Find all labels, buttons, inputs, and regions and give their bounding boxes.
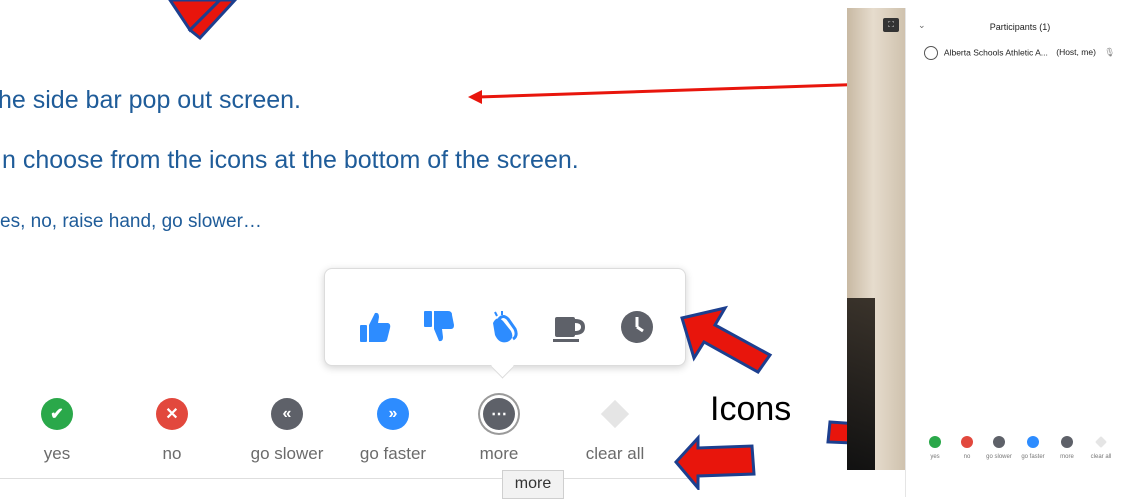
slide-text-line-3: es, no, raise hand, go slower…	[0, 211, 262, 232]
ellipsis-icon	[1061, 436, 1073, 448]
mini-go-slower[interactable]: go slower	[984, 436, 1014, 460]
avatar	[924, 46, 938, 60]
clock-icon[interactable]	[619, 309, 655, 345]
feedback-label-go-faster: go faster	[359, 444, 427, 463]
mini-label-go-faster: go faster	[1021, 454, 1045, 460]
feedback-label-clear-all: clear all	[585, 444, 645, 463]
check-icon: ✔	[41, 398, 73, 430]
mini-label-go-slower: go slower	[986, 454, 1012, 460]
x-icon	[961, 436, 973, 448]
mini-yes[interactable]: yes	[920, 436, 950, 460]
feedback-go-faster[interactable]: » go faster	[338, 398, 448, 464]
feedback-clear-all[interactable]: clear all	[560, 398, 670, 464]
participant-row[interactable]: Alberta Schools Athletic A... (Host, me)…	[924, 46, 1115, 60]
mini-label-yes: yes	[930, 454, 940, 460]
feedback-label-go-slower: go slower	[250, 444, 324, 463]
check-icon	[929, 436, 941, 448]
feedback-no[interactable]: ✕ no	[117, 398, 227, 464]
slide-text-line-1: he side bar pop out screen.	[0, 86, 301, 114]
annotation-arrow-top	[168, 0, 238, 41]
rewind-icon: «	[271, 398, 303, 430]
eraser-icon	[1095, 436, 1107, 448]
feedback-label-more: more	[479, 444, 519, 463]
thumbs-down-icon[interactable]	[421, 309, 457, 345]
coffee-icon[interactable]	[551, 309, 587, 345]
annotation-arrow-popup	[680, 305, 773, 374]
fast-forward-icon	[1027, 436, 1039, 448]
participant-name: Alberta Schools Athletic A...	[943, 47, 1048, 58]
clap-icon[interactable]	[485, 309, 521, 345]
fast-forward-icon: »	[377, 398, 409, 430]
mini-label-more: more	[1060, 454, 1074, 460]
emoji-popup	[324, 268, 686, 366]
feedback-yes[interactable]: ✔ yes	[2, 398, 112, 464]
x-icon: ✕	[156, 398, 188, 430]
participant-role: (Host, me)	[1056, 47, 1096, 58]
ellipsis-icon: ⋯	[483, 398, 515, 430]
mini-label-no: no	[963, 454, 971, 460]
mini-clear-all[interactable]: clear all	[1086, 436, 1116, 460]
mini-no[interactable]: no	[952, 436, 982, 460]
feedback-more[interactable]: ⋯ more	[444, 398, 554, 464]
participants-title: Participants (1)	[989, 22, 1051, 32]
mini-more[interactable]: more	[1052, 436, 1082, 460]
microphone-icon: 🎙︎	[1104, 47, 1116, 58]
more-tooltip: more	[502, 470, 564, 499]
eraser-icon	[599, 398, 631, 430]
thumbs-up-icon[interactable]	[357, 309, 393, 345]
feedback-label-no: no	[162, 444, 182, 463]
slide-text-line-2: n choose from the icons at the bottom of…	[2, 146, 579, 174]
mini-go-faster[interactable]: go faster	[1018, 436, 1048, 460]
participants-panel-screenshot: ⛶ ⌄ Participants (1) Alberta Schools Ath…	[847, 8, 1133, 497]
icons-label: Icons	[710, 390, 792, 428]
video-area: ⛶	[847, 8, 905, 470]
feedback-go-slower[interactable]: « go slower	[232, 398, 342, 464]
mini-label-clear-all: clear all	[1090, 454, 1112, 460]
feedback-label-yes: yes	[43, 444, 71, 463]
participants-sidebar: ⌄ Participants (1) Alberta Schools Athle…	[905, 8, 1133, 497]
toolbar-divider	[0, 478, 700, 479]
fullscreen-icon[interactable]: ⛶	[883, 18, 899, 32]
rewind-icon	[993, 436, 1005, 448]
video-dark-area	[847, 298, 875, 470]
